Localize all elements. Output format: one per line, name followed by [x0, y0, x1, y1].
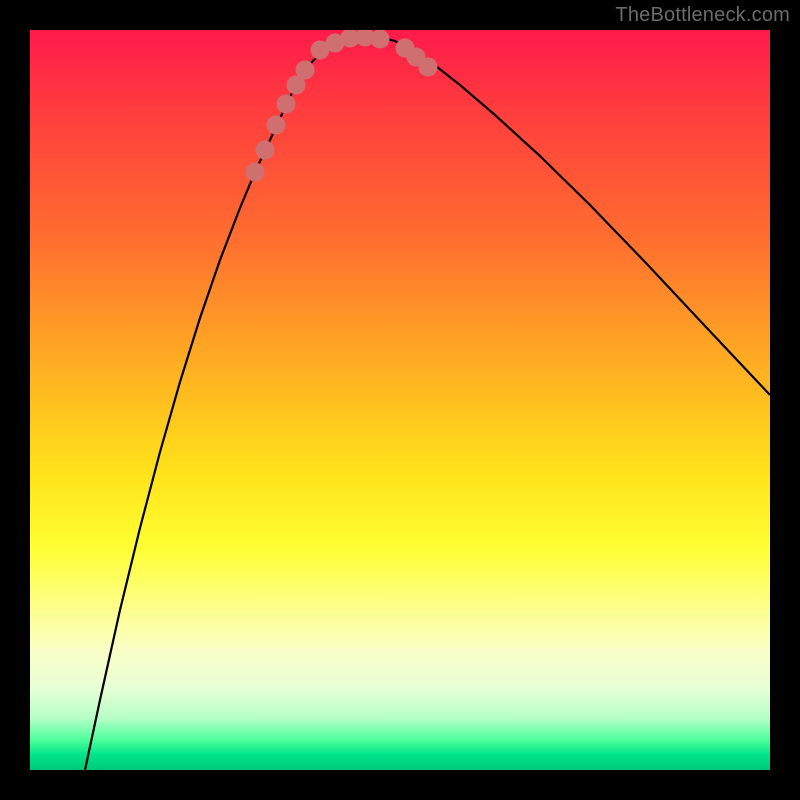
marker-dot [371, 30, 390, 49]
outer-frame: TheBottleneck.com [0, 0, 800, 800]
bottleneck-curve [85, 36, 770, 770]
watermark-text: TheBottleneck.com [615, 4, 790, 27]
marker-dot [267, 116, 286, 135]
marker-dot [419, 58, 438, 77]
marker-dot [256, 141, 275, 160]
plot-area [30, 30, 770, 770]
marker-dot [296, 61, 315, 80]
marker-dot [277, 95, 296, 114]
marker-dot [246, 163, 265, 182]
markers-group [246, 30, 438, 182]
chart-svg [30, 30, 770, 770]
